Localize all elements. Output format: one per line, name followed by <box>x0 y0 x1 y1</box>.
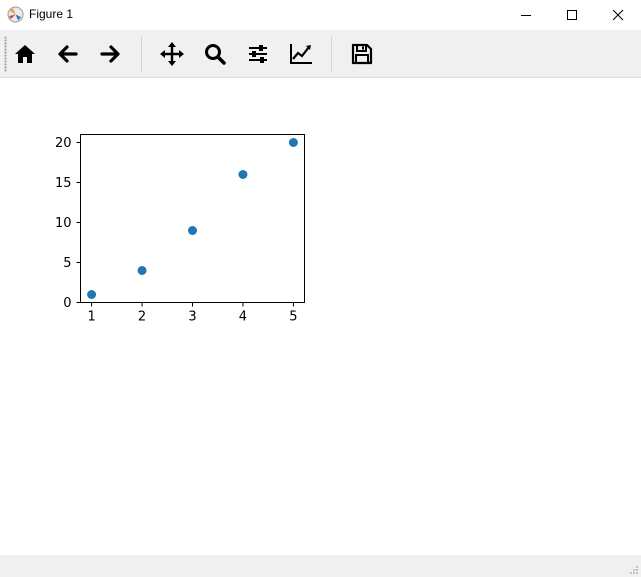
scatter-point <box>87 290 97 299</box>
matplotlib-app-icon <box>7 6 24 23</box>
window-title: Figure 1 <box>29 7 74 21</box>
forward-button[interactable] <box>93 36 127 72</box>
toolbar-separator <box>141 36 142 72</box>
y-tick-label: 10 <box>55 216 72 231</box>
maximize-icon <box>567 10 577 20</box>
y-tick-label: 15 <box>55 176 72 191</box>
x-tick-label: 1 <box>87 310 95 325</box>
edit-axes-button[interactable] <box>284 36 318 72</box>
save-button[interactable] <box>345 36 379 72</box>
close-button[interactable] <box>595 0 641 30</box>
scatter-point <box>137 266 147 275</box>
maximize-button[interactable] <box>549 0 595 30</box>
status-bar <box>0 555 641 577</box>
zoom-button[interactable] <box>198 36 232 72</box>
zoom-magnifier-icon <box>205 44 226 65</box>
y-tick-label: 0 <box>63 296 71 311</box>
scatter-point <box>238 170 248 179</box>
back-button[interactable] <box>51 36 85 72</box>
edit-axes-chart-icon <box>290 44 312 64</box>
minimize-button[interactable] <box>503 0 549 30</box>
scatter-points <box>87 138 298 299</box>
navigation-toolbar <box>0 30 641 78</box>
y-tick-label: 5 <box>63 256 71 271</box>
configure-subplots-button[interactable] <box>241 36 275 72</box>
y-tick-label: 20 <box>55 136 72 151</box>
y-axis-ticks: 0 5 10 15 20 <box>55 136 81 311</box>
save-floppy-icon <box>351 43 373 65</box>
pan-move-icon <box>160 42 184 66</box>
minimize-icon <box>521 15 531 16</box>
resize-grip-icon[interactable] <box>629 565 639 575</box>
forward-arrow-icon <box>100 45 120 63</box>
toolbar-grip[interactable] <box>4 36 7 72</box>
x-tick-label: 4 <box>239 310 247 325</box>
close-icon <box>612 9 624 21</box>
scatter-plot[interactable]: 1 2 3 4 5 0 5 10 15 20 <box>0 78 641 555</box>
pan-button[interactable] <box>155 36 189 72</box>
scatter-point <box>188 226 197 235</box>
title-bar: Figure 1 <box>0 0 641 30</box>
figure-canvas[interactable]: 1 2 3 4 5 0 5 10 15 20 <box>0 78 641 555</box>
toolbar-separator <box>331 36 332 72</box>
subplots-sliders-icon <box>249 45 267 63</box>
x-axis-ticks: 1 2 3 4 5 <box>87 302 298 325</box>
scatter-point <box>288 138 298 147</box>
x-tick-label: 5 <box>289 310 297 325</box>
home-icon <box>15 45 35 63</box>
axes-frame <box>80 134 305 303</box>
back-arrow-icon <box>58 45 78 63</box>
x-tick-label: 2 <box>138 310 146 325</box>
home-button[interactable] <box>8 36 42 72</box>
x-tick-label: 3 <box>188 310 196 325</box>
